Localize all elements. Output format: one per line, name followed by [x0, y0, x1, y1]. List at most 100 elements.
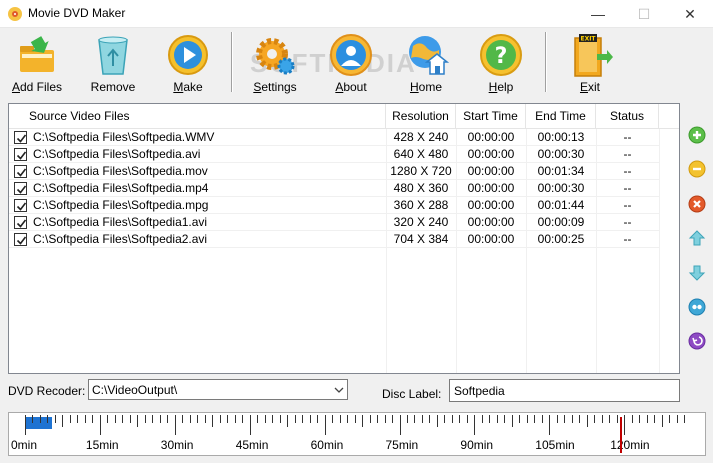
minor-tick — [466, 415, 468, 423]
make-button[interactable]: Make — [157, 30, 219, 96]
dvd-recorder-select[interactable]: C:\VideoOutput\ — [88, 379, 348, 400]
minor-tick — [511, 415, 513, 427]
timeline-label: 45min — [235, 438, 269, 452]
home-label: ome — [418, 80, 442, 94]
remove-item-button[interactable] — [688, 160, 706, 178]
maximize-button[interactable]: ☐ — [621, 0, 667, 28]
minor-tick — [586, 415, 588, 427]
back-button[interactable] — [688, 332, 706, 350]
timeline-label: 105min — [535, 438, 575, 452]
cell-start-time: 00:00:00 — [467, 147, 515, 161]
major-tick — [174, 415, 176, 435]
table-row[interactable]: C:\Softpedia Files\Softpedia.WMV 428 X 24… — [9, 129, 659, 146]
cell-start-time: 00:00:00 — [467, 130, 515, 144]
disc-label-label: Disc Label: — [382, 387, 442, 401]
table-row[interactable]: C:\Softpedia Files\Softpedia.mov 1280 X 7… — [9, 163, 659, 180]
exit-door-icon: EXIT — [574, 34, 613, 77]
minor-tick — [84, 415, 86, 423]
minor-tick — [332, 415, 334, 423]
gear-icon — [256, 38, 295, 75]
minor-tick — [219, 415, 221, 423]
add-files-label: dd Files — [19, 80, 63, 94]
move-down-button[interactable] — [688, 264, 706, 282]
minor-tick — [227, 415, 229, 423]
minor-tick — [369, 415, 371, 423]
cell-status: -- — [623, 215, 632, 229]
minor-tick — [212, 415, 214, 427]
cell-end-time: 00:00:09 — [537, 215, 585, 229]
delete-item-button[interactable] — [688, 195, 706, 213]
exit-button[interactable]: EXIT Exit — [559, 30, 621, 96]
major-tick — [624, 415, 626, 435]
major-tick — [399, 415, 401, 435]
column-header-start-time[interactable]: Start Time — [456, 104, 526, 129]
minor-tick — [144, 415, 146, 423]
major-tick — [474, 415, 476, 435]
column-header-resolution[interactable]: Resolution — [386, 104, 456, 129]
column-header-end-time[interactable]: End Time — [526, 104, 596, 129]
remove-button[interactable]: Remove — [82, 30, 144, 96]
add-files-button[interactable]: Add Files — [6, 30, 68, 96]
minor-tick — [159, 415, 161, 423]
table-row[interactable]: C:\Softpedia Files\Softpedia2.avi 704 X 3… — [9, 231, 659, 248]
disc-label-value: Softpedia — [454, 384, 505, 398]
minor-tick — [676, 415, 678, 423]
row-checkbox[interactable] — [14, 199, 27, 212]
minor-tick — [571, 415, 573, 423]
table-row[interactable]: C:\Softpedia Files\Softpedia1.avi 320 X 2… — [9, 214, 659, 231]
remove-icon — [688, 160, 706, 178]
table-row[interactable]: C:\Softpedia Files\Softpedia.avi 640 X 48… — [9, 146, 659, 163]
minor-tick — [489, 415, 491, 423]
title-bar: Movie DVD Maker — ☐ ✕ — [0, 0, 713, 28]
table-row[interactable]: C:\Softpedia Files\Softpedia.mpg 360 X 28… — [9, 197, 659, 214]
minor-tick — [451, 415, 453, 423]
minimize-button[interactable]: — — [575, 0, 621, 28]
minor-tick — [556, 415, 558, 423]
column-header-status[interactable]: Status — [596, 104, 659, 129]
minor-tick — [481, 415, 483, 423]
minor-tick — [279, 415, 281, 423]
cell-status: -- — [623, 198, 632, 212]
minor-tick — [32, 415, 34, 423]
cell-end-time: 00:00:25 — [537, 232, 585, 246]
row-checkbox[interactable] — [14, 216, 27, 229]
about-button[interactable]: About — [320, 30, 382, 96]
cell-start-time: 00:00:00 — [467, 198, 515, 212]
row-checkbox[interactable] — [14, 165, 27, 178]
cell-source-file: C:\Softpedia Files\Softpedia2.avi — [33, 232, 208, 246]
row-checkbox[interactable] — [14, 182, 27, 195]
minor-tick — [669, 415, 671, 423]
home-button[interactable]: Home — [395, 30, 457, 96]
add-item-button[interactable] — [688, 126, 706, 144]
cell-status: -- — [623, 232, 632, 246]
cell-resolution: 640 X 480 — [393, 147, 449, 161]
cell-end-time: 00:01:34 — [537, 164, 585, 178]
cell-end-time: 00:00:30 — [537, 147, 585, 161]
minor-tick — [616, 415, 618, 423]
help-button[interactable]: ? Help — [470, 30, 532, 96]
row-checkbox[interactable] — [14, 131, 27, 144]
minor-tick — [54, 415, 56, 423]
move-up-button[interactable] — [688, 229, 706, 247]
minor-tick — [257, 415, 259, 423]
info-button[interactable] — [688, 298, 706, 316]
timeline-label: 0min — [11, 438, 38, 452]
minor-tick — [129, 415, 131, 423]
minor-tick — [609, 415, 611, 423]
toolbar-separator — [231, 32, 233, 92]
minor-tick — [496, 415, 498, 423]
delete-icon — [688, 195, 706, 213]
row-checkbox[interactable] — [14, 148, 27, 161]
minor-tick — [429, 415, 431, 423]
minimize-icon: — — [591, 6, 605, 22]
table-row[interactable]: C:\Softpedia Files\Softpedia.mp4 480 X 36… — [9, 180, 659, 197]
minor-tick — [197, 415, 199, 423]
video-file-list[interactable]: Source Video Files Resolution Start Time… — [8, 103, 680, 374]
settings-button[interactable]: Settings — [244, 30, 306, 96]
close-button[interactable]: ✕ — [667, 0, 713, 28]
chevron-down-icon[interactable] — [330, 380, 347, 399]
column-header-source[interactable]: Source Video Files — [9, 104, 386, 129]
cell-resolution: 428 X 240 — [393, 130, 449, 144]
row-checkbox[interactable] — [14, 233, 27, 246]
disc-label-field[interactable]: Softpedia — [449, 379, 680, 402]
